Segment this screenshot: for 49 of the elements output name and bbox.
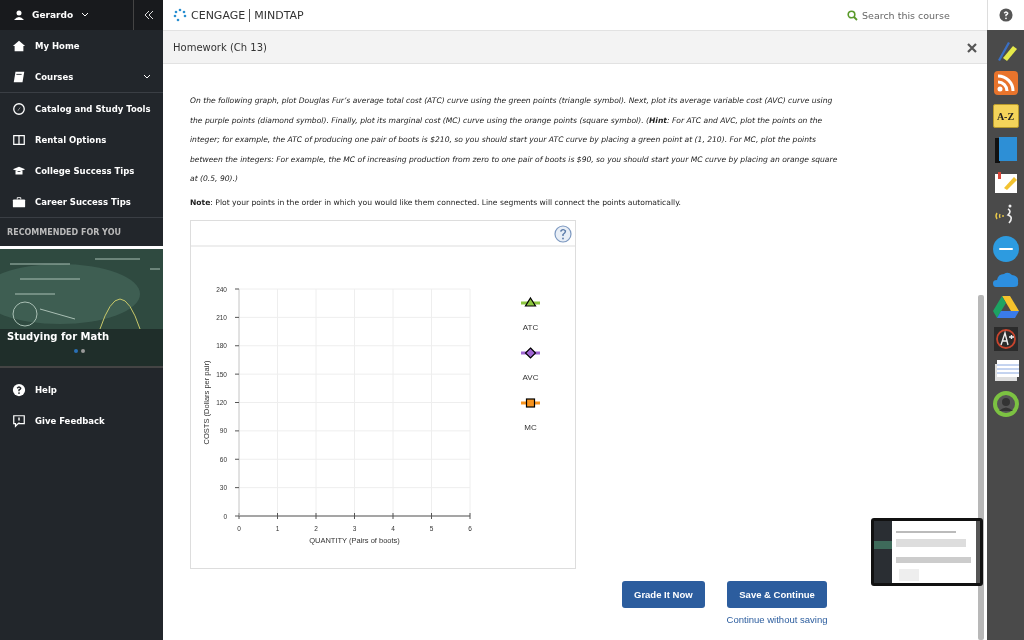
courses-icon <box>12 69 26 84</box>
diamond-marker-icon[interactable] <box>524 346 537 359</box>
index-cards-icon[interactable] <box>992 360 1019 382</box>
logo-icon <box>173 8 187 22</box>
drive-icon[interactable] <box>992 296 1019 318</box>
glossary-icon[interactable]: A-Z <box>992 104 1019 128</box>
sidebar-item[interactable]: Help <box>0 374 163 405</box>
profile-icon[interactable] <box>992 391 1019 417</box>
rss-icon[interactable] <box>993 71 1018 95</box>
carousel-dot[interactable] <box>81 349 85 353</box>
career-icon <box>12 194 26 209</box>
chevron-down-icon <box>81 12 90 18</box>
notepad-pencil-icon[interactable] <box>993 172 1018 194</box>
feedback-icon <box>12 413 26 428</box>
sidebar-item[interactable]: Rental Options <box>0 124 163 155</box>
help-icon[interactable] <box>999 8 1013 22</box>
triangle-marker-icon[interactable] <box>524 296 537 307</box>
help-icon[interactable] <box>554 224 572 243</box>
legend-label: MC <box>524 422 537 432</box>
section-heading: RECOMMENDED FOR YOU <box>7 227 121 237</box>
promo-title[interactable]: Studying for Math <box>7 331 110 342</box>
sidebar-item[interactable]: Catalog and Study Tools <box>0 93 163 124</box>
sidebar-item[interactable]: College Success Tips <box>0 155 163 186</box>
home-icon <box>12 38 26 53</box>
assignment-title: Homework (Ch 13) <box>173 41 267 53</box>
carousel-dot[interactable] <box>74 349 78 353</box>
double-chevron-left-icon <box>143 11 154 19</box>
legend-label: AVC <box>522 372 539 382</box>
product-name: MINDTAP <box>254 8 304 22</box>
sidebar-item[interactable]: Career Success Tips <box>0 186 163 217</box>
search-icon <box>847 9 858 21</box>
scrollbar[interactable] <box>978 295 984 640</box>
rental-icon <box>12 132 26 147</box>
legend-label: ATC <box>522 322 539 332</box>
close-icon <box>967 42 977 53</box>
help-icon <box>12 382 26 397</box>
user-icon <box>14 10 24 20</box>
sidebar-item[interactable]: Courses <box>0 61 163 92</box>
square-marker-icon[interactable] <box>525 397 536 408</box>
catalog-icon <box>12 101 26 116</box>
book-icon[interactable] <box>994 137 1017 163</box>
grade-button[interactable]: Grade It Now <box>622 581 705 608</box>
save-button[interactable]: Save & Continue <box>727 581 827 608</box>
continue-link[interactable]: Continue without saving <box>726 614 828 625</box>
cloud-icon[interactable] <box>992 271 1019 287</box>
grade-icon[interactable] <box>993 327 1018 351</box>
brand-name: CENGAGE <box>191 8 246 22</box>
sidebar-item[interactable]: Give Feedback <box>0 405 163 436</box>
sidebar-item[interactable]: My Home <box>0 30 163 61</box>
